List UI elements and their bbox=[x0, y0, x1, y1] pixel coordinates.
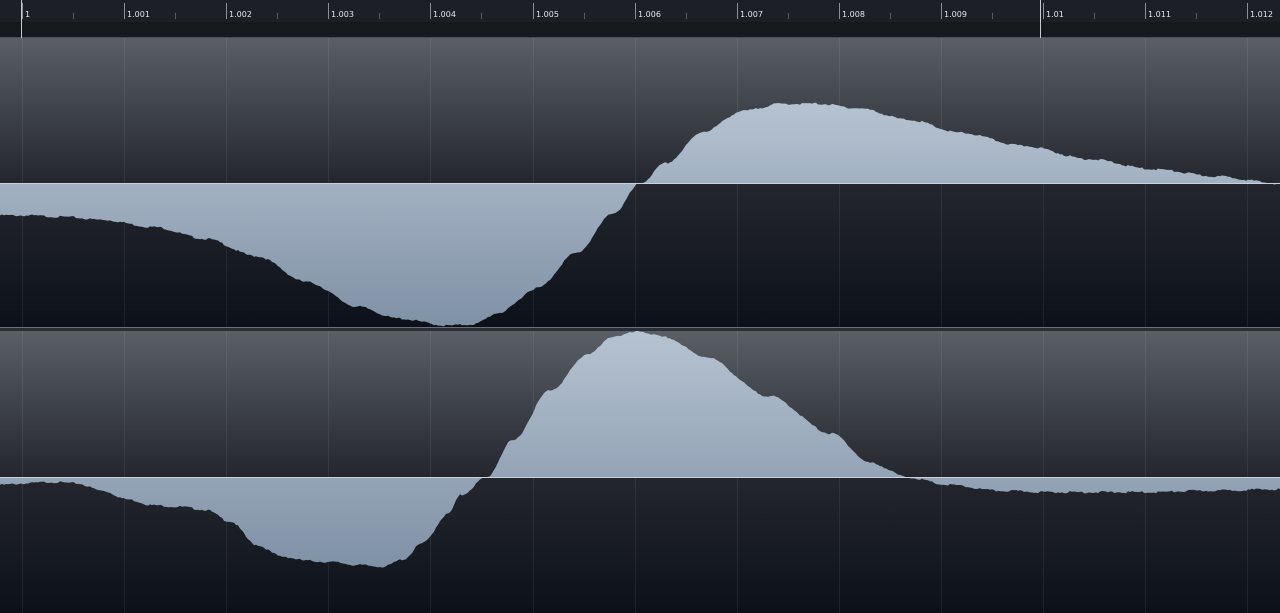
ruler-tick-label: 1.004 bbox=[433, 10, 456, 19]
ruler-minor-tick bbox=[584, 13, 585, 19]
ruler-tick-label: 1.001 bbox=[127, 10, 150, 19]
ruler-minor-tick bbox=[992, 13, 993, 19]
waveform-channel-left[interactable] bbox=[0, 38, 1280, 327]
ruler-tick-label: 1.003 bbox=[331, 10, 354, 19]
ruler-minor-tick bbox=[686, 13, 687, 19]
ruler-minor-tick bbox=[1094, 13, 1095, 19]
ruler-tick bbox=[22, 3, 23, 19]
ruler-tick-label: 1.01 bbox=[1046, 10, 1064, 19]
waveform-channel-right[interactable] bbox=[0, 331, 1280, 613]
timeline-ruler[interactable]: 1 1.001 1.002 1.003 1.004 1.005 1.006 1.007 1.00… bbox=[0, 0, 1280, 38]
ruler-tick bbox=[737, 3, 738, 19]
cursor-marker-end[interactable] bbox=[1040, 0, 1041, 38]
ruler-minor-tick bbox=[890, 13, 891, 19]
ruler-tick bbox=[430, 3, 431, 19]
ruler-tick-label: 1 bbox=[25, 10, 31, 19]
ruler-minor-tick bbox=[481, 13, 482, 19]
ruler-tick-label: 1.002 bbox=[229, 10, 252, 19]
ruler-minor-tick bbox=[73, 13, 74, 19]
ruler-tick bbox=[328, 3, 329, 19]
waveform-svg bbox=[0, 38, 1280, 327]
cursor-marker-start[interactable] bbox=[21, 0, 22, 38]
ruler-tick-label: 1.012 bbox=[1250, 10, 1273, 19]
ruler-tick-label: 1.007 bbox=[740, 10, 763, 19]
ruler-tick-label: 1.009 bbox=[944, 10, 967, 19]
ruler-tick-label: 1.006 bbox=[638, 10, 661, 19]
ruler-tick bbox=[1145, 3, 1146, 19]
ruler-tick-label: 1.005 bbox=[536, 10, 559, 19]
ruler-tick bbox=[226, 3, 227, 19]
ruler-tick bbox=[1043, 3, 1044, 19]
ruler-minor-tick bbox=[379, 13, 380, 19]
ruler-tick bbox=[1247, 3, 1248, 19]
ruler-tick-label: 1.008 bbox=[842, 10, 865, 19]
ruler-tick-label: 1.011 bbox=[1148, 10, 1171, 19]
waveform-svg bbox=[0, 331, 1280, 613]
ruler-tick bbox=[533, 3, 534, 19]
audio-editor-window: 1 1.001 1.002 1.003 1.004 1.005 1.006 1.007 1.00… bbox=[0, 0, 1280, 613]
ruler-tick bbox=[839, 3, 840, 19]
ruler-minor-tick bbox=[788, 13, 789, 19]
ruler-tick bbox=[941, 3, 942, 19]
ruler-tick bbox=[635, 3, 636, 19]
ruler-minor-tick bbox=[1196, 13, 1197, 19]
ruler-minor-tick bbox=[277, 13, 278, 19]
ruler-minor-tick bbox=[175, 13, 176, 19]
ruler-tick bbox=[124, 3, 125, 19]
